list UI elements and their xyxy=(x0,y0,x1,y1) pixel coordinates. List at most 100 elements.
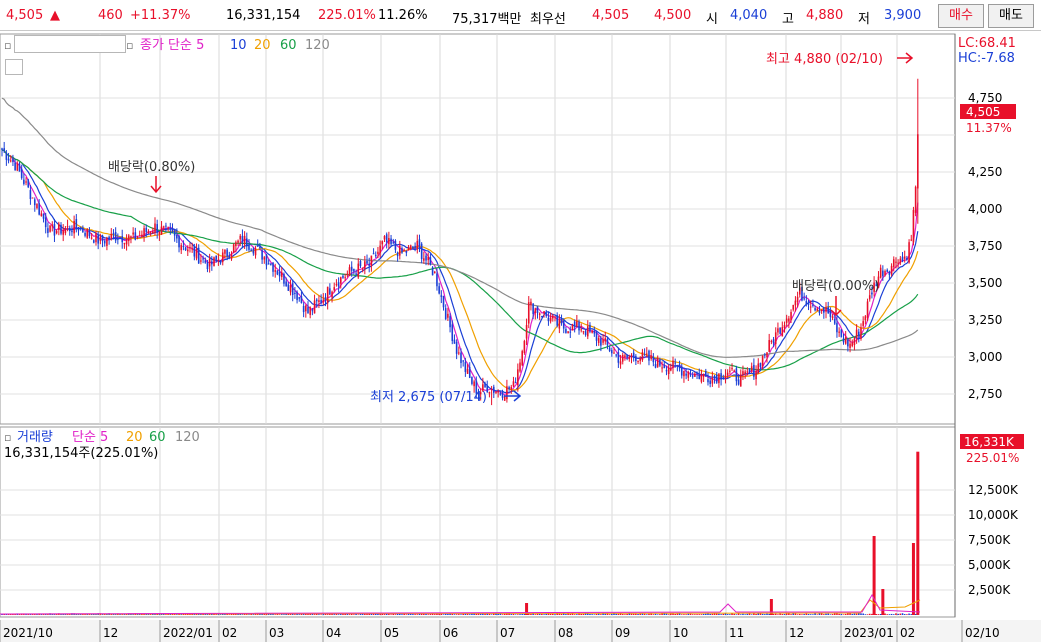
candle-body xyxy=(774,332,777,345)
candle-body xyxy=(770,340,773,342)
candle-body xyxy=(322,299,325,303)
candle-body xyxy=(897,262,899,264)
volume-bar xyxy=(337,614,340,615)
volume-bar xyxy=(659,614,661,615)
buy-button[interactable]: 매수 xyxy=(938,4,984,28)
candle-body xyxy=(503,396,506,401)
legend-ma60: 60 xyxy=(280,38,297,53)
candle-body xyxy=(840,329,843,338)
sell-button[interactable]: 매도 xyxy=(988,4,1034,28)
volume-bar xyxy=(580,613,583,615)
volume-bar xyxy=(823,614,825,615)
candle-body xyxy=(180,245,183,251)
x-tick-label: 03 xyxy=(269,626,284,640)
volume-bar xyxy=(77,614,80,615)
candle-body xyxy=(814,308,816,311)
volume-bar xyxy=(519,614,521,615)
candle-body xyxy=(906,258,908,260)
candle-body xyxy=(123,243,126,245)
candle-body xyxy=(724,375,727,378)
candle-body xyxy=(711,377,714,384)
volume-bar xyxy=(595,613,598,615)
candle-body xyxy=(309,307,311,315)
volume-legend-ma20: 20 xyxy=(126,430,143,445)
candle-body xyxy=(202,258,204,260)
candle-body xyxy=(606,338,609,346)
candle-body xyxy=(576,321,578,327)
candle-body xyxy=(226,249,228,257)
volume-bar xyxy=(715,613,718,615)
volume-bar xyxy=(864,614,867,615)
candle-body xyxy=(324,296,327,301)
ma-line-10 xyxy=(1,149,919,394)
volume-bar xyxy=(731,613,733,615)
candle-body xyxy=(9,160,12,162)
candle-body xyxy=(228,255,231,258)
candle-body xyxy=(519,362,521,372)
candle-body xyxy=(62,230,64,235)
volume-bar xyxy=(672,613,674,615)
volume-bar xyxy=(635,613,637,615)
volume-bar xyxy=(768,613,770,615)
volume-bar xyxy=(683,614,685,615)
volume-bar xyxy=(442,614,445,615)
candle-body xyxy=(816,308,819,311)
volume-bar xyxy=(899,613,902,615)
candle-body xyxy=(759,362,762,368)
candle-body xyxy=(79,227,82,229)
candle-body xyxy=(853,338,856,345)
candle-body xyxy=(619,361,622,365)
price-tick-label: 4,250 xyxy=(968,165,1002,179)
candle-body xyxy=(591,330,593,333)
candle-body xyxy=(213,257,215,267)
candle-body xyxy=(492,386,495,393)
x-tick-label: 2021/10 xyxy=(3,626,53,640)
candle-body xyxy=(707,379,709,383)
candle-body xyxy=(414,245,416,248)
volume-bar xyxy=(858,613,860,615)
volume-bar xyxy=(842,614,845,615)
candle-body xyxy=(654,364,657,368)
candle-body xyxy=(280,272,283,277)
grid-icon[interactable] xyxy=(5,59,23,75)
volume-bar xyxy=(829,614,832,615)
volume-bar xyxy=(694,614,696,615)
volume-bar xyxy=(552,613,554,615)
candle-body xyxy=(239,235,242,240)
candle-body xyxy=(532,303,534,314)
candle-body xyxy=(90,237,93,239)
candle-body xyxy=(130,236,132,238)
volume-bar xyxy=(696,614,698,615)
volume-bar xyxy=(656,614,659,615)
candle-body xyxy=(250,249,252,251)
candle-body xyxy=(453,339,456,344)
volume-bar xyxy=(849,613,851,615)
candle-body xyxy=(665,370,668,372)
candle-body xyxy=(106,237,108,246)
volume-bar xyxy=(718,613,720,615)
last-volume-label: 16,331K xyxy=(964,435,1015,449)
volume-bar xyxy=(357,614,360,615)
volume-bar xyxy=(746,613,749,615)
candle-body xyxy=(586,326,589,337)
candle-body xyxy=(374,254,377,257)
candle-body xyxy=(396,252,399,257)
volume-value: 16,331,154 xyxy=(226,8,301,23)
x-tick-label: 06 xyxy=(443,626,458,640)
price-panel-frame xyxy=(0,33,956,425)
volume-bar xyxy=(597,613,600,615)
candle-body xyxy=(661,367,663,369)
title-box[interactable] xyxy=(14,35,126,53)
volume-bar xyxy=(458,614,460,615)
candle-body xyxy=(191,248,193,250)
candle-body xyxy=(12,158,14,163)
candle-body xyxy=(261,250,263,260)
volume-bar xyxy=(667,614,670,615)
candle-body xyxy=(552,315,554,319)
candle-body xyxy=(645,353,648,355)
x-tick-label: 08 xyxy=(558,626,573,640)
candle-body xyxy=(534,308,537,313)
stock-chart[interactable]: 2021/10 12 2022/01 02 03 04 05 06 07 08 09 10 11 12 20… xyxy=(0,31,1041,642)
candle-body xyxy=(613,352,615,354)
volume-bar xyxy=(881,589,885,615)
